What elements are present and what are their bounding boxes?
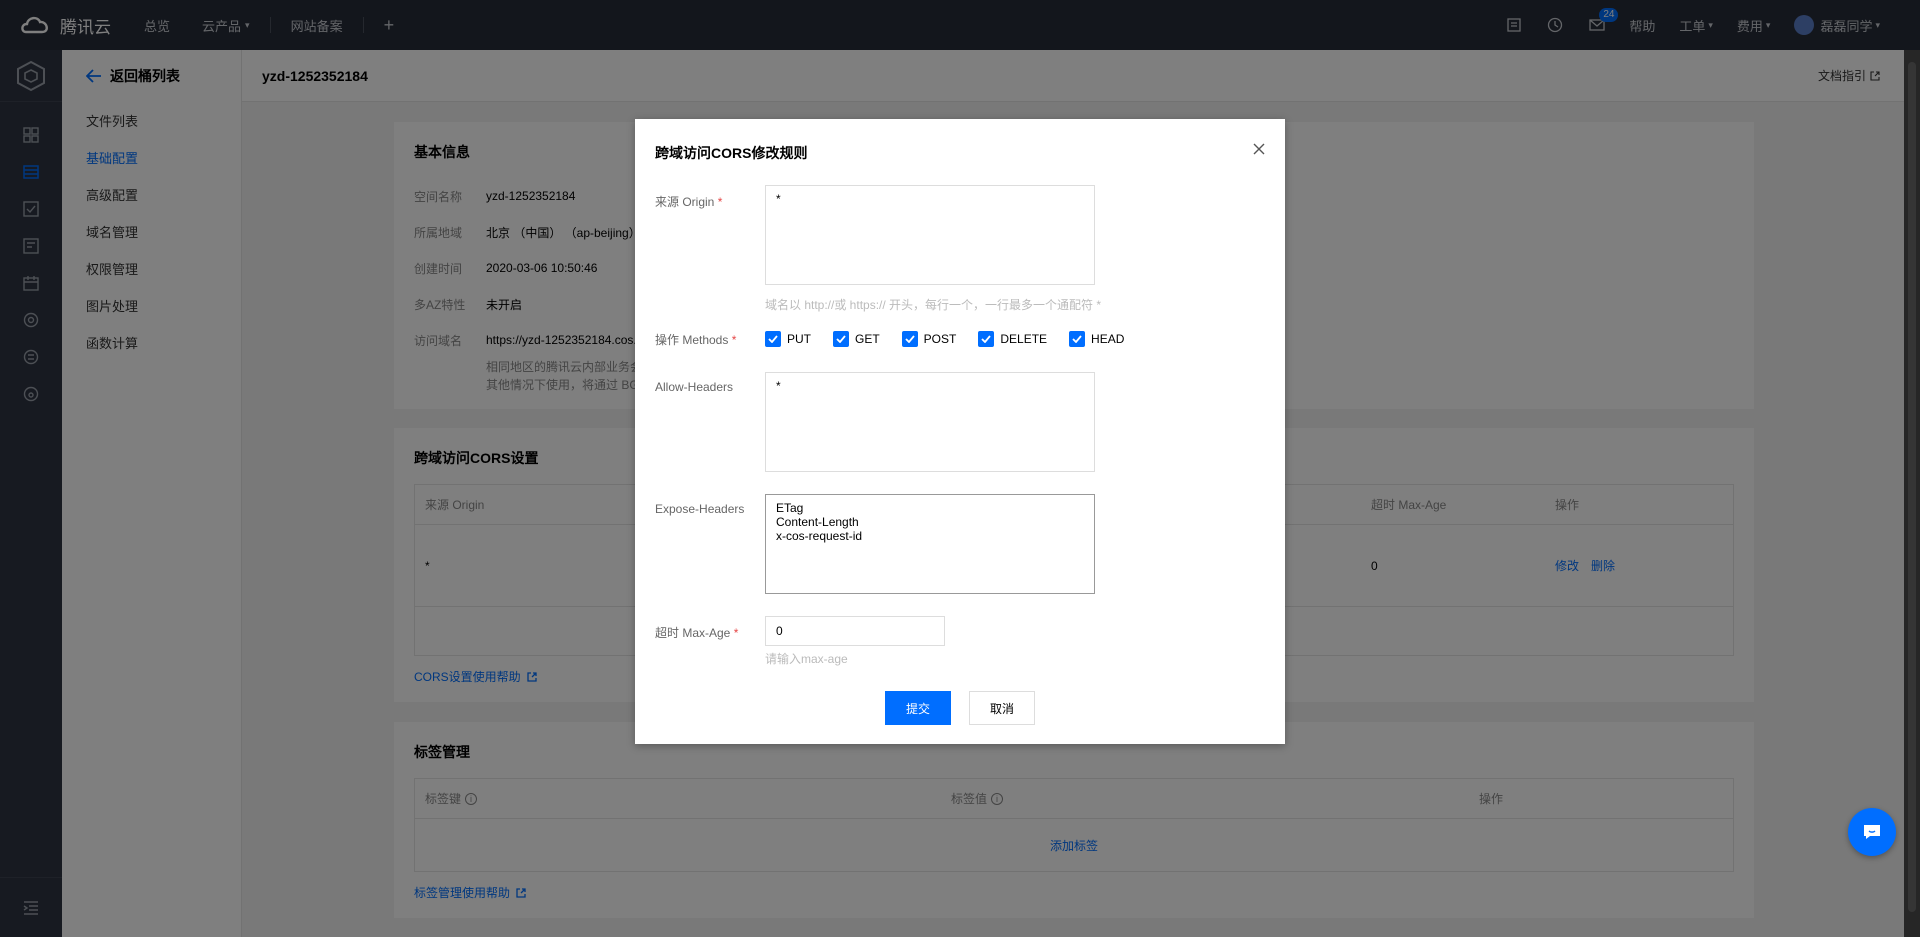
methods-label: 操作 Methods: [655, 333, 729, 347]
check-icon: [1069, 331, 1086, 347]
check-icon: [765, 331, 781, 347]
cancel-button[interactable]: 取消: [969, 691, 1035, 725]
origin-row: 来源 Origin * 域名以 http://或 https:// 开头，每行一…: [655, 185, 1101, 313]
required-mark: *: [733, 626, 739, 640]
origin-hint: 域名以 http://或 https:// 开头，每行一个，一行最多一个通配符 …: [765, 298, 1102, 312]
maxage-row: 超时 Max-Age * 0 请输入max-age: [655, 616, 945, 667]
required-mark: *: [731, 333, 737, 347]
allow-headers-textarea[interactable]: [765, 372, 1095, 472]
origin-textarea[interactable]: [765, 185, 1095, 285]
expose-headers-label: Expose-Headers: [655, 502, 745, 516]
chat-support-button[interactable]: [1848, 808, 1896, 856]
maxage-label: 超时 Max-Age: [655, 626, 731, 640]
method-post-checkbox[interactable]: POST: [901, 331, 957, 347]
expose-headers-textarea[interactable]: [765, 494, 1095, 594]
method-delete-checkbox[interactable]: DELETE: [978, 331, 1047, 347]
method-put-checkbox[interactable]: PUT: [765, 331, 811, 347]
submit-button[interactable]: 提交: [885, 691, 951, 725]
close-icon[interactable]: [1251, 141, 1267, 157]
methods-row: 操作 Methods * PUT GET POST DELETE HEAD: [655, 327, 1146, 348]
chat-icon: [1864, 825, 1880, 839]
method-label: PUT: [787, 332, 811, 346]
method-label: POST: [923, 332, 957, 346]
method-label: GET: [855, 332, 880, 346]
allow-headers-row: Allow-Headers: [655, 372, 1095, 472]
method-get-checkbox[interactable]: GET: [833, 331, 880, 347]
check-icon: [833, 331, 849, 347]
method-label: HEAD: [1091, 332, 1125, 346]
expose-headers-row: Expose-Headers: [655, 494, 1095, 594]
method-label: DELETE: [1000, 332, 1048, 346]
maxage-input[interactable]: 0: [765, 616, 945, 646]
check-icon: [901, 331, 918, 347]
required-mark: *: [717, 195, 723, 209]
check-icon: [978, 331, 995, 347]
method-head-checkbox[interactable]: HEAD: [1069, 331, 1124, 347]
allow-headers-label: Allow-Headers: [655, 380, 734, 394]
maxage-hint: 请输入max-age: [765, 652, 848, 666]
cors-edit-dialog: 跨域访问CORS修改规则 来源 Origin * 域名以 http://或 ht…: [635, 119, 1285, 744]
origin-label: 来源 Origin: [655, 195, 715, 209]
dialog-title: 跨域访问CORS修改规则: [655, 145, 808, 161]
